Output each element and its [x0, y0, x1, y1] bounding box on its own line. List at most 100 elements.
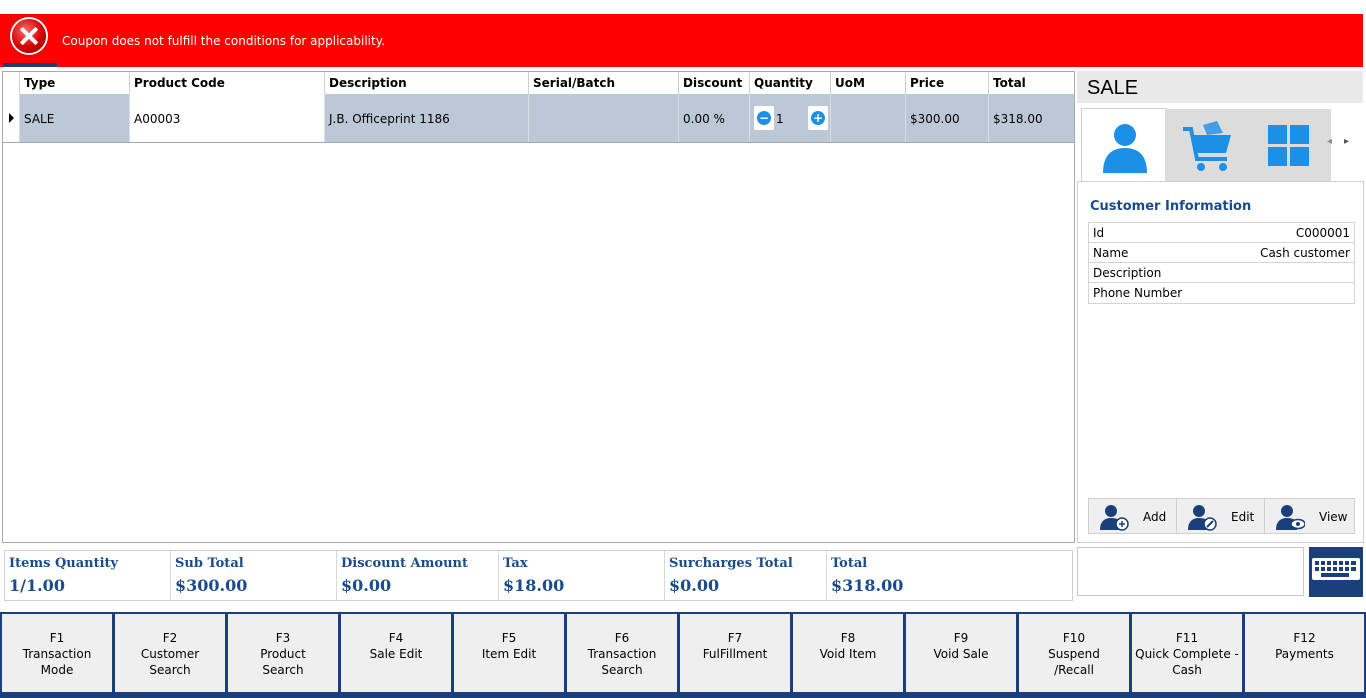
column-description[interactable]: Description — [325, 72, 529, 94]
customer-icon — [1103, 124, 1147, 173]
view-customer-label: View — [1319, 510, 1348, 524]
f4-key: F4 — [388, 631, 404, 645]
cell-total[interactable]: $318.00 — [989, 94, 1074, 142]
column-product-code[interactable]: Product Code — [130, 72, 325, 94]
f7-fulfillment-button[interactable]: F7 FulFillment — [680, 614, 790, 692]
cell-product-code[interactable]: A00003 — [130, 94, 325, 142]
f5-item-edit-button[interactable]: F5 Item Edit — [454, 614, 564, 692]
f3-product-search-button[interactable]: F3 Product Search — [228, 614, 338, 692]
customer-name-value: Cash customer — [1260, 246, 1350, 260]
cell-description[interactable]: J.B. Officeprint 1186 — [325, 94, 529, 142]
f1-label: Transaction Mode — [22, 647, 92, 677]
tab-cart[interactable] — [1165, 109, 1249, 181]
tax-value: $18.00 — [503, 576, 565, 595]
customer-name-label: Name — [1093, 246, 1129, 260]
f6-transaction-search-button[interactable]: F6 Transaction Search — [567, 614, 677, 692]
side-panel-title: SALE — [1087, 77, 1139, 99]
column-price[interactable]: Price — [906, 72, 989, 94]
column-quantity[interactable]: Quantity — [750, 72, 831, 94]
tiles-icon — [1268, 125, 1309, 166]
sub-total-value: $300.00 — [175, 576, 248, 595]
increase-quantity-button[interactable]: + — [808, 106, 828, 130]
decrease-quantity-button[interactable]: − — [754, 106, 774, 130]
column-type[interactable]: Type — [20, 72, 130, 94]
f8-label: Void Item — [819, 647, 877, 661]
surcharges-total-summary: Surcharges Total $0.00 — [665, 551, 827, 600]
view-user-icon — [1276, 505, 1305, 530]
cell-discount[interactable]: 0.00 % — [679, 94, 750, 142]
items-quantity-label: Items Quantity — [9, 556, 119, 571]
f10-key: F10 — [1062, 631, 1086, 645]
discount-amount-label: Discount Amount — [341, 556, 468, 571]
column-discount[interactable]: Discount — [679, 72, 750, 94]
f1-transaction-mode-button[interactable]: F1 Transaction Mode — [2, 614, 112, 692]
grand-total-label: Total — [831, 556, 868, 571]
tax-label: Tax — [503, 556, 528, 571]
f9-label: Void Sale — [933, 647, 989, 661]
f11-quick-complete-cash-button[interactable]: F11 Quick Complete - Cash — [1132, 614, 1242, 692]
edit-customer-button[interactable]: Edit — [1177, 499, 1265, 533]
column-total[interactable]: Total — [989, 72, 1074, 94]
keyboard-button[interactable] — [1309, 547, 1363, 597]
f12-payments-button[interactable]: F12 Payments — [1245, 614, 1364, 692]
add-customer-button[interactable]: Add — [1089, 499, 1177, 533]
tab-scroll-arrows: ◂ ▸ — [1327, 136, 1349, 147]
tab-scroll-left-icon[interactable]: ◂ — [1327, 136, 1332, 147]
f4-sale-edit-button[interactable]: F4 Sale Edit — [341, 614, 451, 692]
error-icon — [12, 19, 46, 53]
sale-items-grid: Type Product Code Description Serial/Bat… — [2, 71, 1075, 543]
tab-customer[interactable] — [1081, 108, 1167, 182]
grand-total-value: $318.00 — [831, 576, 904, 595]
keyboard-icon — [1312, 558, 1360, 580]
items-quantity-summary: Items Quantity 1/1.00 — [5, 551, 171, 600]
f1-key: F1 — [49, 631, 65, 645]
table-row[interactable]: SALE A00003 J.B. Officeprint 1186 0.00 %… — [3, 94, 1074, 143]
discount-amount-value: $0.00 — [341, 576, 392, 595]
tax-summary: Tax $18.00 — [499, 551, 665, 600]
tab-scroll-right-icon[interactable]: ▸ — [1344, 136, 1349, 147]
add-user-icon — [1100, 505, 1129, 531]
barcode-entry-input[interactable] — [1077, 547, 1304, 596]
f9-void-sale-button[interactable]: F9 Void Sale — [906, 614, 1016, 692]
f8-void-item-button[interactable]: F8 Void Item — [793, 614, 903, 692]
customer-name-row: Name Cash customer — [1089, 243, 1354, 263]
minus-icon: − — [757, 111, 771, 125]
tab-tiles[interactable] — [1247, 109, 1331, 181]
quantity-value[interactable]: 1 — [776, 112, 784, 126]
discount-amount-summary: Discount Amount $0.00 — [337, 551, 499, 600]
view-customer-button[interactable]: View — [1265, 499, 1353, 533]
f7-key: F7 — [727, 631, 743, 645]
customer-phone-row: Phone Number — [1089, 283, 1354, 303]
cell-uom[interactable] — [831, 94, 906, 142]
f2-customer-search-button[interactable]: F2 Customer Search — [115, 614, 225, 692]
customer-information-title: Customer Information — [1090, 199, 1252, 214]
f2-key: F2 — [162, 631, 178, 645]
column-serial-batch[interactable]: Serial/Batch — [529, 72, 679, 94]
column-uom[interactable]: UoM — [831, 72, 906, 94]
edit-customer-label: Edit — [1231, 510, 1255, 524]
f10-suspend-recall-button[interactable]: F10 Suspend /Recall — [1019, 614, 1129, 692]
f7-label: FulFillment — [702, 647, 768, 661]
current-row-arrow-icon — [9, 113, 14, 123]
cell-price[interactable]: $300.00 — [906, 94, 989, 142]
items-quantity-value: 1/1.00 — [9, 576, 65, 595]
f5-label: Item Edit — [481, 647, 537, 661]
surcharges-total-label: Surcharges Total — [669, 556, 793, 571]
error-message: Coupon does not fulfill the conditions f… — [62, 34, 385, 48]
f4-label: Sale Edit — [369, 647, 423, 661]
row-header-spacer — [3, 72, 20, 94]
customer-id-label: Id — [1093, 226, 1105, 240]
row-selector[interactable] — [3, 94, 20, 142]
f2-label: Customer Search — [140, 647, 200, 677]
cell-serial-batch[interactable] — [529, 94, 679, 142]
f3-label: Product Search — [260, 647, 306, 677]
f10-label: Suspend /Recall — [1048, 647, 1100, 677]
cell-type[interactable]: SALE — [20, 94, 130, 142]
sub-total-label: Sub Total — [175, 556, 244, 571]
function-key-bar: F1 Transaction Mode F2 Customer Search F… — [0, 612, 1366, 698]
customer-information-table: Id C000001 Name Cash customer Descriptio… — [1088, 222, 1355, 304]
add-customer-label: Add — [1143, 510, 1167, 524]
f8-key: F8 — [840, 631, 856, 645]
cell-quantity: − 1 + — [750, 94, 831, 142]
f11-key: F11 — [1175, 631, 1199, 645]
